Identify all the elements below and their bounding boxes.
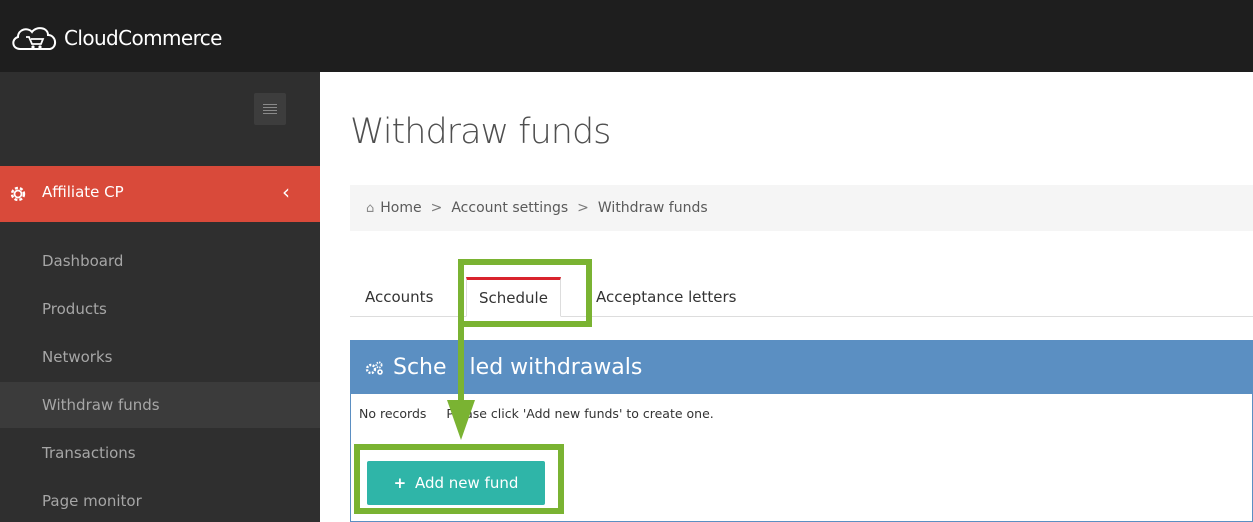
sidebar-section-label: Affiliate CP <box>42 183 124 201</box>
sidebar: Affiliate CP ‹ Dashboard Products Networ… <box>0 72 320 522</box>
sidebar-item-page-monitor[interactable]: Page monitor <box>0 478 320 522</box>
logo-text: CloudCommerce <box>64 26 222 50</box>
annotation-highlight-schedule-tab <box>458 259 592 327</box>
breadcrumb-separator: > <box>577 200 589 216</box>
cloud-cart-icon <box>12 27 56 50</box>
panel-title-end: led withdrawals <box>469 355 643 380</box>
logo[interactable]: CloudCommerce <box>8 22 222 54</box>
breadcrumb-separator: > <box>430 200 443 216</box>
sidebar-item-networks[interactable]: Networks <box>0 334 320 380</box>
cogs-icon <box>365 361 383 375</box>
panel-title-start: Sche <box>393 355 447 380</box>
sidebar-item-dashboard[interactable]: Dashboard <box>0 238 320 284</box>
sidebar-item-withdraw-funds[interactable]: Withdraw funds <box>0 382 320 428</box>
tab-acceptance-letters[interactable]: Acceptance letters <box>596 277 736 317</box>
hamburger-icon[interactable] <box>254 93 286 125</box>
top-bar: CloudCommerce <box>0 0 1253 72</box>
annotation-arrow-shaft <box>458 321 464 406</box>
page-title: Withdraw funds <box>350 112 611 152</box>
panel-header: Sche led withdrawals <box>351 341 1252 394</box>
breadcrumb-home[interactable]: Home <box>380 200 421 216</box>
annotation-arrow-head <box>447 400 475 440</box>
sidebar-item-transactions[interactable]: Transactions <box>0 430 320 476</box>
empty-message-end: Please click 'Add new funds' to create o… <box>446 406 714 421</box>
annotation-highlight-add-button <box>354 444 564 514</box>
empty-message-start: No records <box>359 406 427 421</box>
gear-icon <box>10 186 26 202</box>
breadcrumb-account-settings[interactable]: Account settings <box>451 200 568 216</box>
breadcrumb: ⌂ Home > Account settings > Withdraw fun… <box>350 185 1253 231</box>
breadcrumb-withdraw-funds: Withdraw funds <box>597 200 708 216</box>
home-icon[interactable]: ⌂ <box>366 201 374 216</box>
panel-body: No records Please click 'Add new funds' … <box>351 394 1252 433</box>
sidebar-item-products[interactable]: Products <box>0 286 320 332</box>
chevron-left-icon[interactable]: ‹ <box>282 180 290 204</box>
sidebar-section-affiliate-cp[interactable]: Affiliate CP ‹ <box>0 166 320 222</box>
tab-accounts[interactable]: Accounts <box>365 277 433 317</box>
